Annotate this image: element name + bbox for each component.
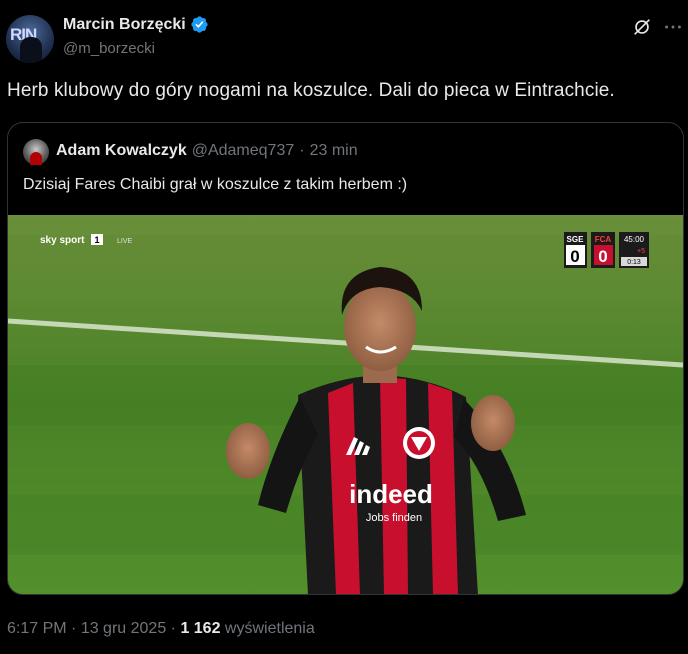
live-label: LIVE: [117, 238, 133, 245]
home-team: SGE: [567, 235, 585, 244]
sponsor-subtitle: Jobs finden: [366, 512, 422, 524]
more-options-icon[interactable]: [662, 16, 684, 38]
grok-icon[interactable]: [631, 16, 653, 38]
views-count[interactable]: 1 162: [180, 620, 220, 637]
added-clock: 0:13: [627, 259, 641, 266]
quote-author-avatar[interactable]: [23, 139, 49, 165]
avatar-figure: [20, 37, 42, 63]
quote-header: Adam Kowalczyk @Adameq737 · 23 min: [56, 142, 358, 160]
quote-timestamp[interactable]: 23 min: [310, 142, 358, 160]
quote-author-handle[interactable]: @Adameq737: [192, 142, 295, 160]
quote-separator: ·: [299, 142, 305, 159]
quoted-tweet[interactable]: Adam Kowalczyk @Adameq737 · 23 min Dzisi…: [7, 122, 684, 595]
broadcaster-name: sky sport: [40, 235, 85, 246]
footer-sep-1: ·: [66, 620, 81, 637]
author-handle[interactable]: @m_borzecki: [63, 40, 155, 57]
tweet-date[interactable]: 13 gru 2025: [81, 620, 166, 637]
scoreboard: SGE 0 FCA 0 45:00 +5 0:13: [564, 232, 649, 268]
away-team: FCA: [595, 235, 612, 244]
author-avatar[interactable]: RIN: [6, 15, 54, 63]
verified-badge-icon: [190, 15, 209, 34]
views-label[interactable]: wyświetlenia: [220, 620, 315, 637]
added-time: +5: [637, 248, 645, 255]
quote-media-image[interactable]: indeed Jobs finden sky sport 1 LIVE SGE …: [8, 215, 683, 594]
away-score: 0: [598, 247, 607, 266]
tweet-footer: 6:17 PM · 13 gru 2025 · 1 162 wyświetlen…: [7, 620, 315, 638]
sponsor-logo: indeed: [349, 479, 433, 509]
quote-author-name[interactable]: Adam Kowalczyk: [56, 142, 187, 160]
tweet: RIN Marcin Borzęcki @m_borzecki Herb klu…: [0, 0, 688, 654]
tweet-time[interactable]: 6:17 PM: [7, 620, 67, 637]
tweet-text: Herb klubowy do góry nogami na koszulce.…: [7, 80, 615, 101]
home-score: 0: [570, 247, 579, 266]
broadcaster-channel: 1: [94, 235, 99, 245]
author-display-name[interactable]: Marcin Borzęcki: [63, 16, 186, 34]
author-name-line[interactable]: Marcin Borzęcki: [63, 15, 209, 34]
footer-sep-2: ·: [166, 620, 181, 637]
quote-text: Dzisiaj Fares Chaibi grał w koszulce z t…: [23, 176, 408, 193]
match-clock: 45:00: [624, 235, 645, 244]
